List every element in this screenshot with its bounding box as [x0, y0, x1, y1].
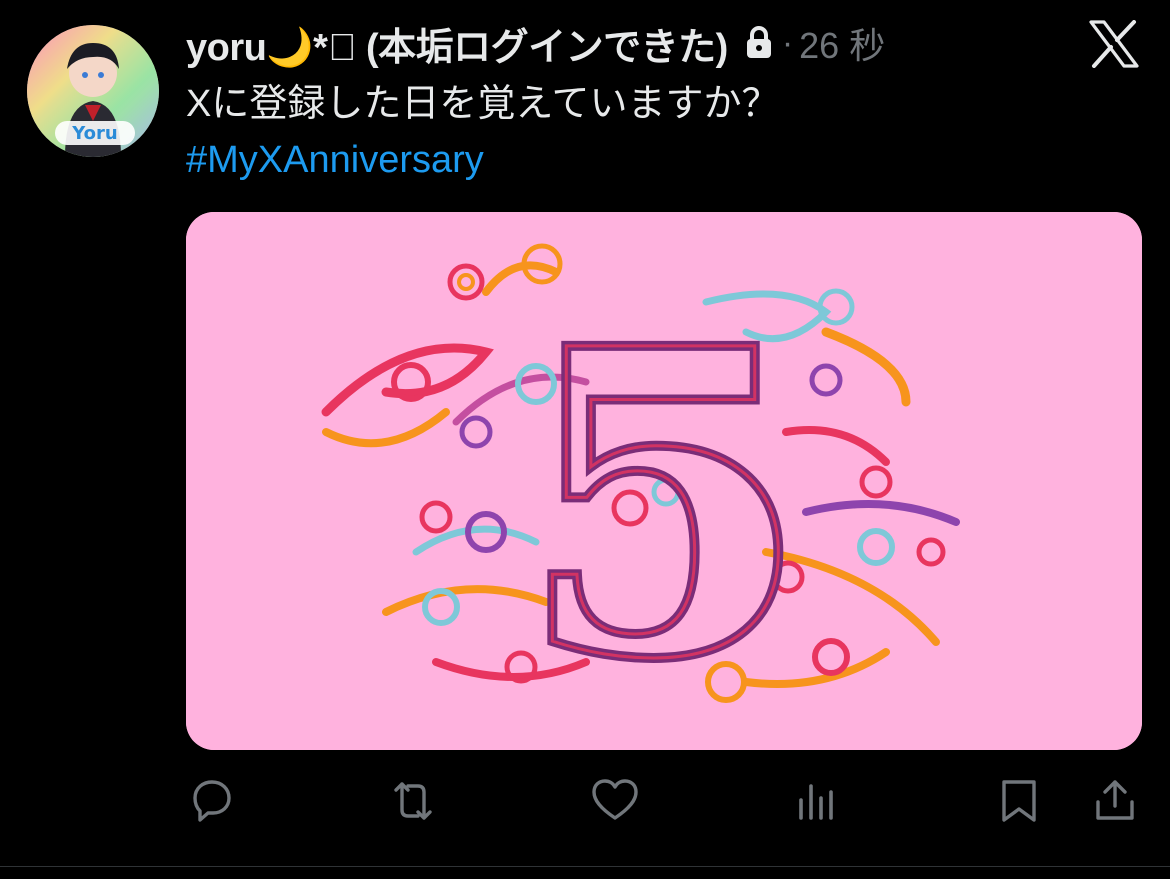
share-button[interactable]: [1090, 776, 1140, 826]
big-numeral-five-inner: 5: [518, 259, 810, 750]
tweet-text: Xに登録した日を覚えていますか？: [186, 83, 780, 125]
hashtag-link[interactable]: #MyXAnniversary: [186, 136, 484, 184]
repost-button[interactable]: [388, 776, 438, 826]
quilling-five-illustration: 5 5: [186, 212, 1142, 750]
timestamp[interactable]: 26 秒: [799, 17, 885, 69]
separator-dot: ·: [781, 23, 794, 62]
bookmark-button[interactable]: [994, 776, 1044, 826]
divider: [0, 866, 1170, 867]
reply-icon: [193, 780, 231, 822]
tweet-actions-bar: [0, 776, 1170, 828]
bookmark-icon: [1002, 780, 1036, 822]
repost-icon: [394, 782, 432, 820]
like-button[interactable]: [590, 776, 640, 826]
avatar-caption: Yoru: [71, 123, 117, 144]
lock-icon: [746, 26, 771, 58]
like-icon: [592, 779, 638, 820]
views-icon: [799, 784, 833, 820]
views-button[interactable]: [792, 776, 842, 826]
tweet-header: yoru🌙*゚ (本垢ログインできた) · 26 秒: [186, 16, 885, 71]
avatar[interactable]: Yoru: [27, 25, 159, 157]
x-logo-icon[interactable]: [1088, 20, 1140, 68]
tweet-media-image[interactable]: 5 5: [186, 212, 1142, 750]
display-name[interactable]: yoru🌙*゚ (本垢ログインできた): [186, 16, 728, 71]
reply-button[interactable]: [186, 776, 236, 826]
share-icon: [1096, 780, 1134, 820]
